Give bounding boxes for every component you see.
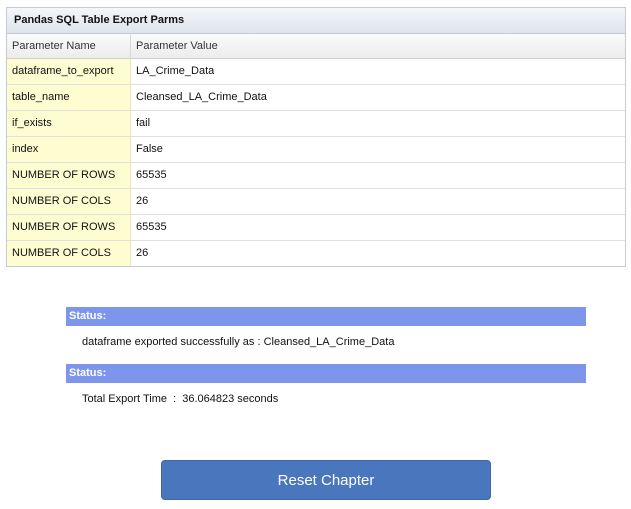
export-parms-table: Pandas SQL Table Export Parms Parameter …: [6, 7, 626, 267]
parameter-name-cell: index: [7, 137, 131, 162]
parameter-value-cell: 65535: [136, 169, 167, 181]
table-header: Parameter Name Parameter Value: [7, 34, 625, 59]
parameter-name-cell: NUMBER OF ROWS: [7, 163, 131, 188]
parameter-value-cell: 65535: [136, 221, 167, 233]
status-message: Total Export Time : 36.064823 seconds: [82, 393, 279, 405]
table-row: NUMBER OF ROWS 65535: [7, 215, 625, 241]
table-row: dataframe_to_export LA_Crime_Data: [7, 59, 625, 85]
export-time-status: Status: Total Export Time : 36.064823 se…: [66, 364, 586, 405]
parameter-name-cell: if_exists: [7, 111, 131, 136]
parameter-value-cell: 26: [136, 195, 149, 207]
header-parameter-name[interactable]: Parameter Name: [7, 34, 131, 58]
table-row: table_name Cleansed_LA_Crime_Data: [7, 85, 625, 111]
table-row: NUMBER OF COLS 26: [7, 241, 625, 266]
table-row: if_exists fail: [7, 111, 625, 137]
parameter-value-cell: fail: [136, 117, 151, 129]
parameter-name-cell: NUMBER OF COLS: [7, 189, 131, 214]
table-row: index False: [7, 137, 625, 163]
page: Pandas SQL Table Export Parms Parameter …: [0, 0, 631, 509]
header-parameter-value[interactable]: Parameter Value: [131, 34, 625, 58]
parameter-name-cell: dataframe_to_export: [7, 59, 131, 84]
table-row: NUMBER OF ROWS 65535: [7, 163, 625, 189]
parameter-value-cell: False: [136, 143, 163, 155]
status-bar: Status:: [66, 307, 586, 326]
parameter-value-cell: Cleansed_LA_Crime_Data: [136, 91, 267, 103]
reset-chapter-button[interactable]: Reset Chapter: [161, 460, 491, 500]
parameter-value-cell: LA_Crime_Data: [136, 65, 215, 77]
export-status: Status: dataframe exported successfully …: [66, 307, 586, 348]
parameter-value-cell: 26: [136, 247, 149, 259]
table-title: Pandas SQL Table Export Parms: [7, 8, 625, 34]
parameter-name-cell: NUMBER OF ROWS: [7, 215, 131, 240]
status-bar: Status:: [66, 364, 586, 383]
parameter-name-cell: table_name: [7, 85, 131, 110]
table-row: NUMBER OF COLS 26: [7, 189, 625, 215]
status-message: dataframe exported successfully as : Cle…: [82, 336, 395, 348]
parameter-name-cell: NUMBER OF COLS: [7, 241, 131, 266]
